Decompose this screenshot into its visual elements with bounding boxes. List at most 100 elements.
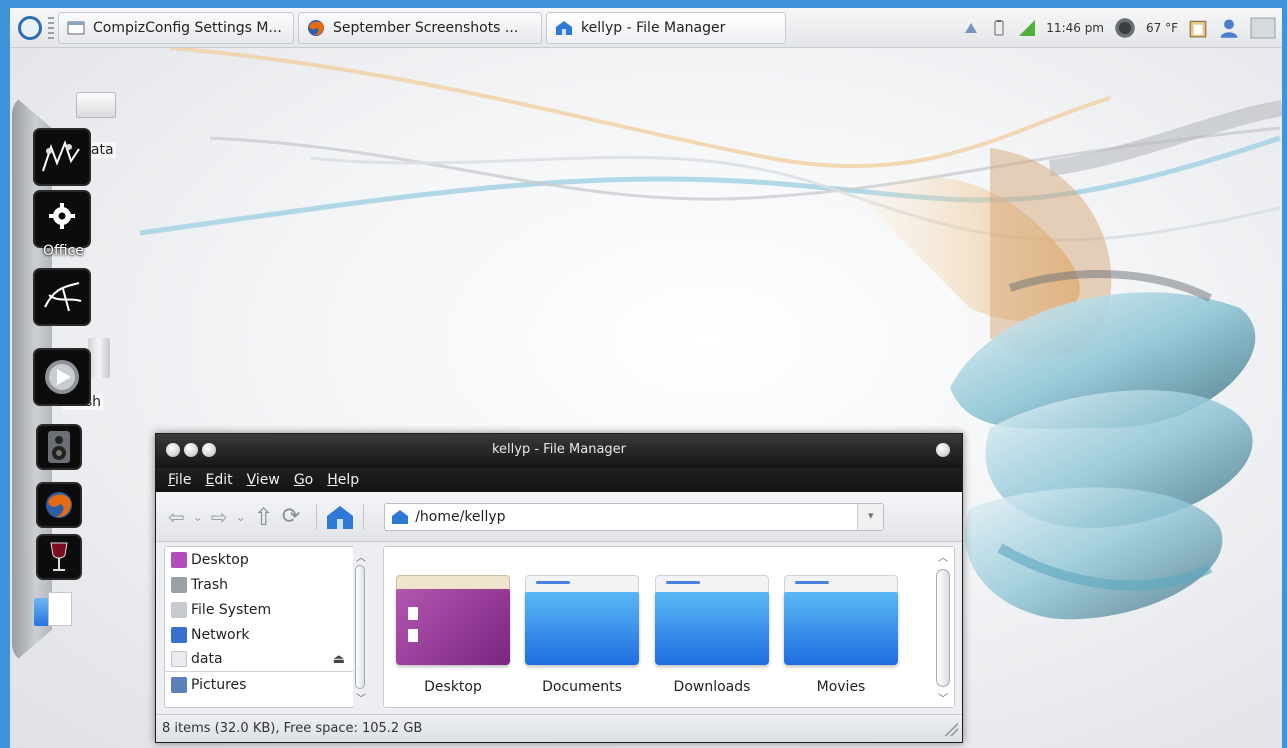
file-label: Documents (542, 679, 622, 695)
back-history-chevron-icon[interactable]: ⌄ (193, 510, 203, 524)
scroll-down-arrow[interactable]: ﹀ (938, 690, 948, 705)
application-launcher-icon[interactable] (18, 15, 42, 40)
desktop-folder-icon (171, 551, 187, 568)
user-switch-icon[interactable] (1218, 17, 1240, 39)
places-scrollbar[interactable]: ︿ ﹀ (353, 547, 369, 707)
scroll-down-arrow[interactable]: ﹀ (356, 690, 366, 705)
file-item-desktop[interactable]: Desktop (394, 575, 512, 695)
toolbar: ⇦ ⌄ ⇨ ⌄ ⇧ ⟳ /home/kellyp ▾ (156, 492, 962, 542)
status-bar: 8 items (32.0 KB), Free space: 105.2 GB (156, 714, 962, 742)
file-label: Downloads (673, 679, 751, 695)
forward-arrow-icon[interactable]: ⇨ (211, 505, 228, 529)
show-desktop-icon[interactable] (1250, 16, 1276, 40)
place-label: data (191, 651, 223, 667)
scroll-up-arrow[interactable]: ︿ (356, 549, 366, 564)
office-gear-icon[interactable] (33, 190, 91, 248)
location-path: /home/kellyp (415, 508, 506, 525)
battery-icon[interactable] (990, 19, 1008, 37)
task-label: kellyp - File Manager (581, 19, 726, 36)
file-item-documents[interactable]: Documents (523, 575, 641, 695)
scrollbar-thumb[interactable] (936, 569, 950, 687)
desktop-folder-icon (396, 575, 510, 667)
window-title: kellyp - File Manager (491, 442, 627, 457)
location-bar[interactable]: /home/kellyp ▾ (384, 502, 885, 531)
signal-strength-icon[interactable] (1018, 19, 1036, 37)
menu-go[interactable]: Go (294, 472, 313, 488)
window-titlebar[interactable]: kellyp - File Manager (156, 434, 962, 468)
clipboard-icon[interactable] (1188, 17, 1208, 39)
hard-drive-icon (171, 601, 187, 618)
home-folder-icon (556, 20, 572, 35)
place-label: Pictures (191, 676, 247, 693)
place-data[interactable]: data ⏏ (165, 647, 353, 672)
menu-help[interactable]: Help (327, 472, 359, 488)
speaker-icon[interactable] (36, 424, 82, 470)
place-trash[interactable]: Trash (165, 572, 353, 597)
file-item-downloads[interactable]: Downloads (653, 575, 771, 695)
pictures-folder-icon (171, 676, 187, 693)
window-icon (67, 21, 85, 34)
task-september-screenshots[interactable]: September Screenshots ... (298, 11, 542, 44)
resize-grip-icon[interactable] (944, 721, 958, 736)
home-folder-icon (392, 509, 409, 524)
network-icon[interactable] (962, 19, 980, 37)
firefox-icon (308, 19, 324, 36)
window-menu-button[interactable] (936, 443, 950, 457)
menubar: File Edit View Go Help (156, 468, 962, 492)
place-label: Network (191, 626, 250, 643)
file-manager-window[interactable]: kellyp - File Manager File Edit View Go … (155, 433, 963, 743)
folder-icon (655, 575, 769, 667)
file-label: Desktop (424, 679, 482, 695)
places-sidebar: Desktop Trash File System Network data ⏏ … (164, 546, 369, 708)
firefox-icon[interactable] (36, 482, 82, 528)
home-icon[interactable] (325, 503, 355, 531)
drive-icon[interactable] (76, 92, 116, 122)
menu-file[interactable]: File (168, 472, 191, 488)
trash-icon (171, 576, 187, 593)
dock-label-office: Office (43, 243, 84, 259)
file-view[interactable]: Desktop Documents Downloads Movies ︿ ﹀ (383, 546, 955, 708)
reload-icon[interactable]: ⟳ (282, 504, 300, 529)
weather-icon[interactable] (1114, 17, 1136, 39)
gimp-icon[interactable] (33, 128, 91, 186)
top-panel: CompizConfig Settings M... September Scr… (10, 8, 1282, 48)
toolbar-separator (363, 503, 365, 530)
system-tray: 11:46 pm 67 °F (962, 16, 1282, 40)
task-file-manager[interactable]: kellyp - File Manager (546, 11, 786, 44)
clock[interactable]: 11:46 pm (1046, 21, 1104, 35)
place-label: Trash (191, 576, 228, 593)
file-manager-icon[interactable] (34, 592, 74, 628)
file-item-movies[interactable]: Movies (782, 575, 900, 695)
menu-edit[interactable]: Edit (205, 472, 232, 488)
panel-grip[interactable] (48, 16, 54, 39)
up-arrow-icon[interactable]: ⇧ (254, 503, 274, 531)
folder-icon (525, 575, 639, 667)
status-text: 8 items (32.0 KB), Free space: 105.2 GB (162, 721, 423, 736)
back-arrow-icon[interactable]: ⇦ (168, 505, 185, 529)
network-icon (171, 626, 187, 643)
task-label: September Screenshots ... (333, 19, 519, 36)
task-compizconfig[interactable]: CompizConfig Settings M... (58, 11, 294, 44)
eject-icon[interactable]: ⏏ (333, 652, 345, 667)
menu-view[interactable]: View (247, 472, 280, 488)
file-view-scrollbar[interactable]: ︿ ﹀ (932, 547, 954, 707)
temperature[interactable]: 67 °F (1146, 21, 1178, 35)
file-label: Movies (816, 679, 866, 695)
inkscape-icon[interactable] (33, 268, 91, 326)
place-label: Desktop (191, 551, 249, 568)
place-file-system[interactable]: File System (165, 597, 353, 622)
trash-icon[interactable] (88, 338, 110, 378)
media-player-icon[interactable] (33, 348, 91, 406)
scrollbar-thumb[interactable] (355, 565, 365, 689)
scroll-up-arrow[interactable]: ︿ (938, 549, 948, 564)
location-dropdown-icon[interactable]: ▾ (857, 503, 884, 530)
forward-history-chevron-icon[interactable]: ⌄ (236, 510, 246, 524)
place-network[interactable]: Network (165, 622, 353, 647)
wine-glass-icon[interactable] (36, 534, 82, 580)
place-desktop[interactable]: Desktop (165, 547, 353, 572)
toolbar-separator (316, 503, 318, 530)
task-label: CompizConfig Settings M... (93, 19, 282, 36)
drive-icon (171, 651, 187, 667)
place-label: File System (191, 601, 272, 618)
place-pictures[interactable]: Pictures (165, 672, 353, 697)
